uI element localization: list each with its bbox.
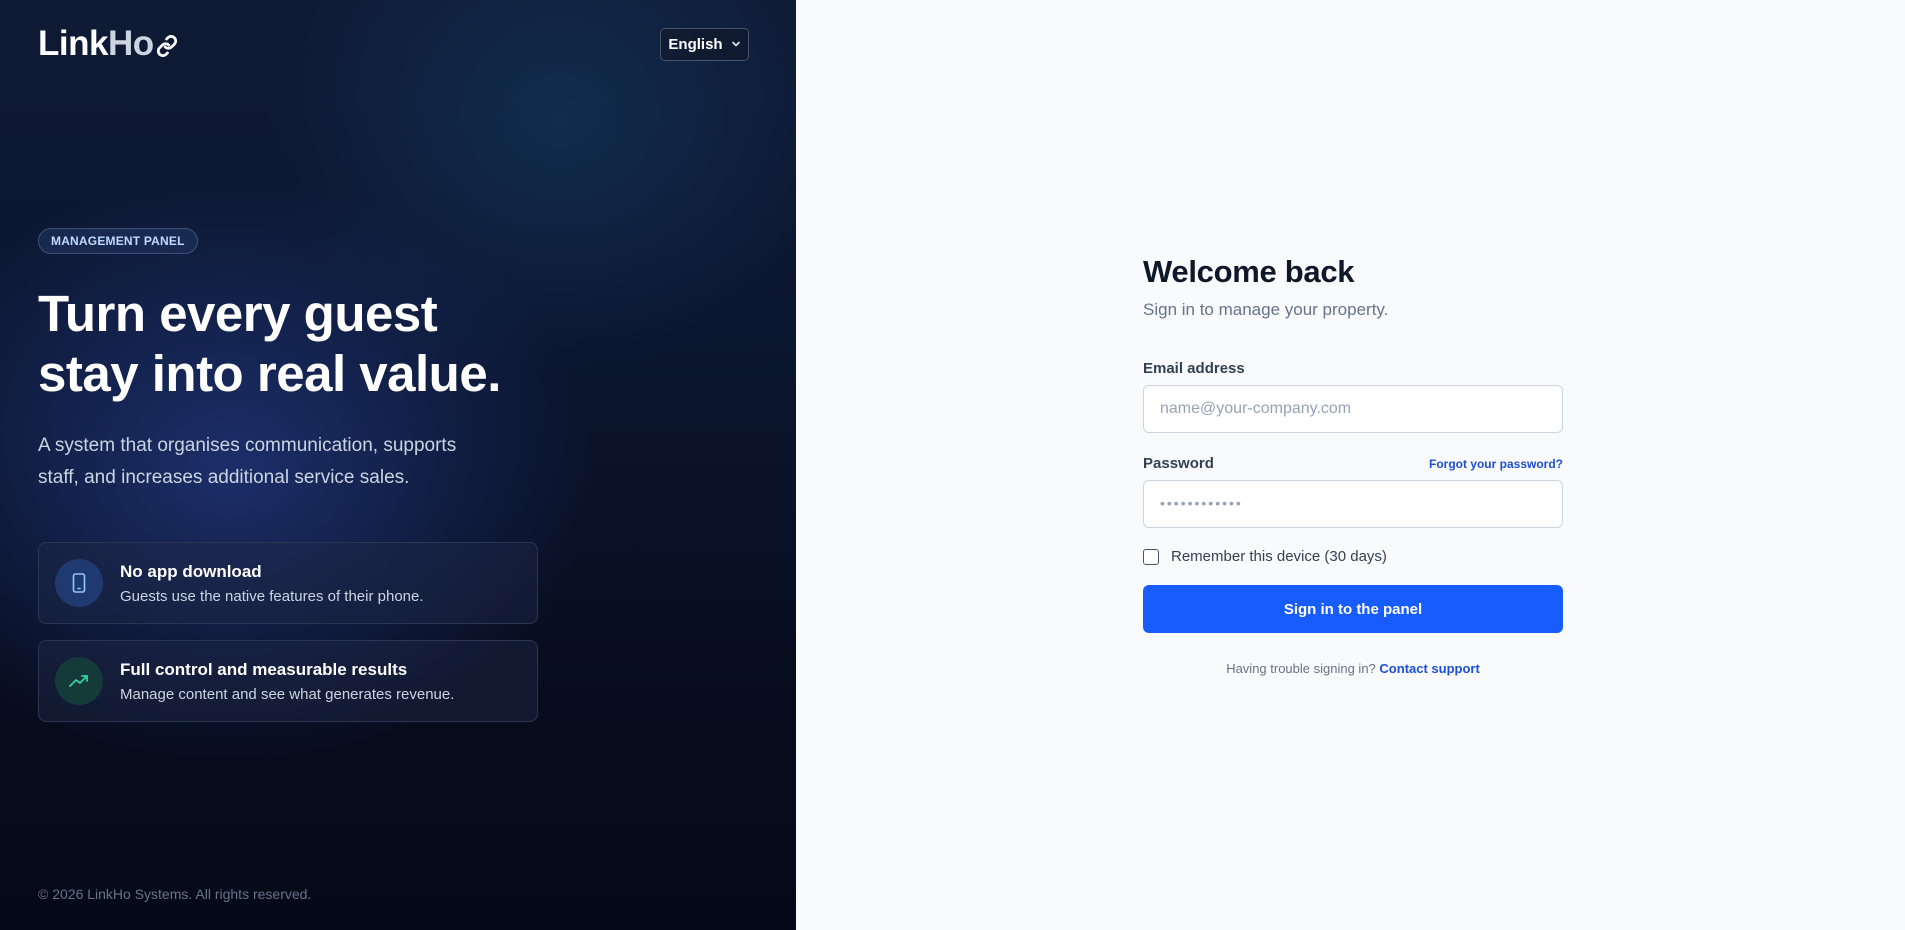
hero-subtext: A system that organises communication, s… bbox=[38, 435, 457, 488]
copyright: © 2026 LinkHo Systems. All rights reserv… bbox=[38, 886, 312, 902]
feature-title: No app download bbox=[120, 561, 262, 581]
contact-support-link[interactable]: Contact support bbox=[1379, 661, 1479, 676]
feature-card-no-app: No app download Guests use the native fe… bbox=[38, 542, 538, 624]
email-label: Email address bbox=[1143, 360, 1245, 377]
feature-description: Manage content and see what generates re… bbox=[120, 685, 455, 703]
section-badge: MANAGEMENT PANEL bbox=[38, 228, 198, 254]
logo-text-accent: Ho bbox=[107, 24, 154, 63]
support-hint: Having trouble signing in? Contact suppo… bbox=[1143, 661, 1563, 676]
login-form: Welcome back Sign in to manage your prop… bbox=[1143, 254, 1563, 676]
trending-up-icon bbox=[55, 657, 103, 705]
feature-card-control: Full control and measurable results Mana… bbox=[38, 640, 538, 722]
language-selected: English bbox=[668, 36, 723, 53]
hero-headline: Turn every guest stay into real value. bbox=[38, 284, 598, 404]
headline-line-1: Turn every guest bbox=[38, 285, 438, 342]
link-icon bbox=[156, 35, 177, 57]
remember-checkbox[interactable] bbox=[1143, 548, 1159, 565]
feature-description: Guests use the native features of their … bbox=[120, 587, 424, 605]
logo-text-main: Link bbox=[38, 24, 108, 63]
password-label: Password bbox=[1143, 455, 1214, 472]
email-field[interactable] bbox=[1143, 385, 1563, 433]
feature-title: Full control and measurable results bbox=[120, 659, 408, 679]
page-subtitle: Sign in to manage your property. bbox=[1143, 300, 1389, 319]
language-select[interactable]: English bbox=[660, 28, 749, 61]
page-title: Welcome back bbox=[1143, 254, 1355, 289]
sign-in-button[interactable]: Sign in to the panel bbox=[1143, 585, 1563, 633]
trouble-text: Having trouble signing in? bbox=[1226, 661, 1376, 676]
chevron-down-icon bbox=[731, 39, 741, 52]
login-panel: Welcome back Sign in to manage your prop… bbox=[796, 0, 1905, 930]
remember-label[interactable]: Remember this device (30 days) bbox=[1171, 548, 1387, 565]
password-field[interactable] bbox=[1143, 480, 1563, 528]
forgot-password-link[interactable]: Forgot your password? bbox=[1429, 457, 1563, 471]
headline-line-2: stay into real value. bbox=[38, 345, 501, 402]
smartphone-icon bbox=[55, 559, 103, 607]
hero-panel: Link Ho English MANAGEMENT PANEL Turn eve… bbox=[0, 0, 796, 930]
logo[interactable]: Link Ho bbox=[38, 24, 178, 64]
